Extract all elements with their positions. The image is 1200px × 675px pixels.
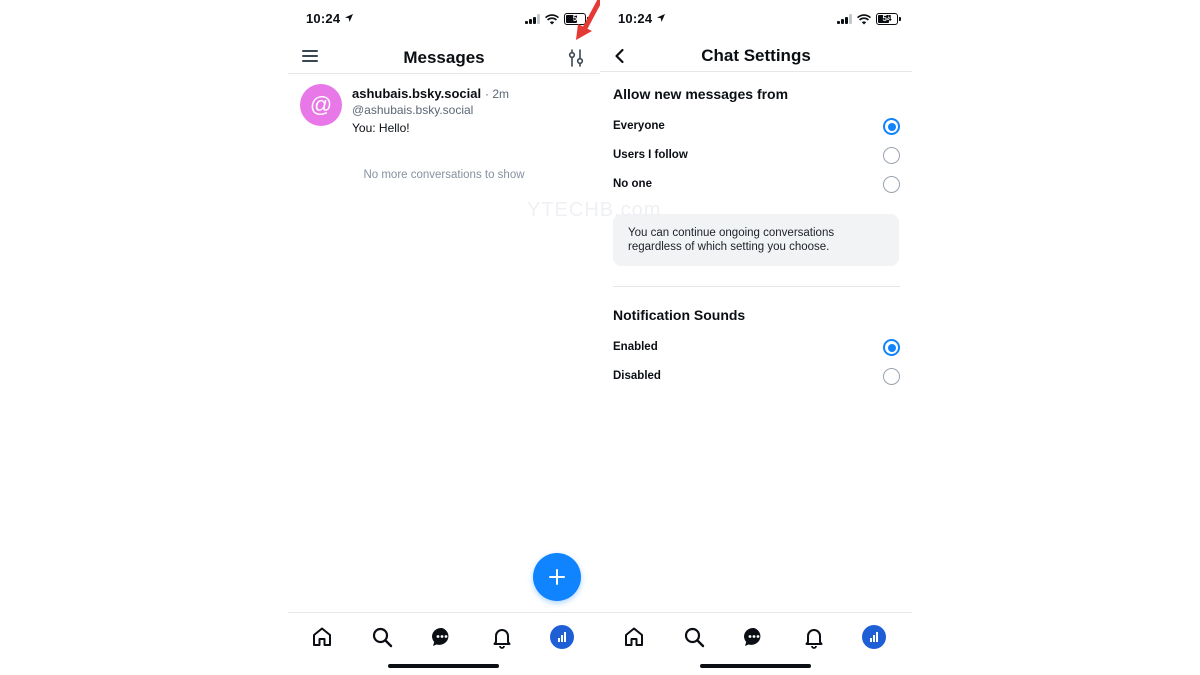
empty-state-text: No more conversations to show: [363, 169, 525, 181]
notification-sounds-title: Notification Sounds: [613, 307, 746, 323]
option-no-one[interactable]: No one: [613, 174, 900, 196]
option-disabled[interactable]: Disabled: [613, 366, 900, 388]
status-time: 10:24: [618, 11, 653, 26]
option-label: Disabled: [613, 370, 661, 382]
chat-icon[interactable]: [430, 625, 454, 649]
conversation-handle: @ashubais.bsky.social: [352, 103, 474, 117]
home-icon[interactable]: [622, 625, 646, 649]
conversation-last-message: You: Hello!: [352, 121, 410, 135]
location-arrow-icon: [657, 14, 665, 22]
cellular-signal-icon: [525, 14, 540, 24]
page-title: Messages: [403, 48, 485, 67]
cellular-signal-icon: [837, 14, 852, 24]
option-label: Users I follow: [613, 149, 688, 161]
conversation-time: · 2m: [485, 87, 509, 101]
chat-settings-header: Chat Settings: [600, 40, 912, 72]
radio-unselected[interactable]: [883, 147, 900, 164]
chat-icon[interactable]: [742, 625, 766, 649]
radio-selected[interactable]: [883, 118, 900, 135]
new-chat-button[interactable]: [533, 553, 581, 601]
chat-settings-screen: 10:24 54 Chat Settings Allow new message…: [600, 0, 912, 675]
search-icon[interactable]: [370, 625, 394, 649]
wifi-icon: [857, 13, 871, 24]
search-icon[interactable]: [682, 625, 706, 649]
conversation-name: ashubais.bsky.social: [352, 86, 482, 101]
home-indicator: [388, 664, 499, 668]
radio-selected[interactable]: [883, 339, 900, 356]
section-divider: [613, 286, 900, 287]
page-title: Chat Settings: [701, 46, 811, 65]
profile-avatar[interactable]: [550, 625, 574, 649]
allow-messages-title: Allow new messages from: [613, 86, 789, 102]
option-label: No one: [613, 178, 652, 190]
status-bar: 10:24 5: [288, 0, 600, 40]
conversation-row[interactable]: @ ashubais.bsky.social · 2m @ashubais.bs…: [300, 84, 588, 144]
radio-unselected[interactable]: [883, 368, 900, 385]
bell-icon[interactable]: [802, 625, 826, 649]
home-indicator: [700, 664, 811, 668]
radio-unselected[interactable]: [883, 176, 900, 193]
option-label: Everyone: [613, 120, 665, 132]
bell-icon[interactable]: [490, 625, 514, 649]
option-label: Enabled: [613, 341, 658, 353]
chat-settings-icon[interactable]: [566, 48, 586, 68]
wifi-icon: [545, 13, 559, 24]
messages-header: Messages: [288, 40, 600, 74]
battery-level: 54: [882, 14, 892, 23]
status-bar: 10:24 54: [600, 0, 912, 40]
watermark: YTECHB.com: [527, 199, 662, 221]
option-enabled[interactable]: Enabled: [613, 337, 900, 359]
messages-screen: 10:24 5 Messages @ ashubais.bsky.social …: [288, 0, 600, 675]
avatar: @: [300, 84, 342, 126]
status-time: 10:24: [306, 11, 341, 26]
battery-icon: 54: [876, 13, 901, 25]
home-icon[interactable]: [310, 625, 334, 649]
option-users-i-follow[interactable]: Users I follow: [613, 145, 900, 167]
status-icons: 54: [837, 12, 901, 26]
profile-avatar[interactable]: [862, 625, 886, 649]
option-everyone[interactable]: Everyone: [613, 116, 900, 138]
location-arrow-icon: [345, 14, 353, 22]
plus-icon-vertical: [556, 569, 558, 585]
